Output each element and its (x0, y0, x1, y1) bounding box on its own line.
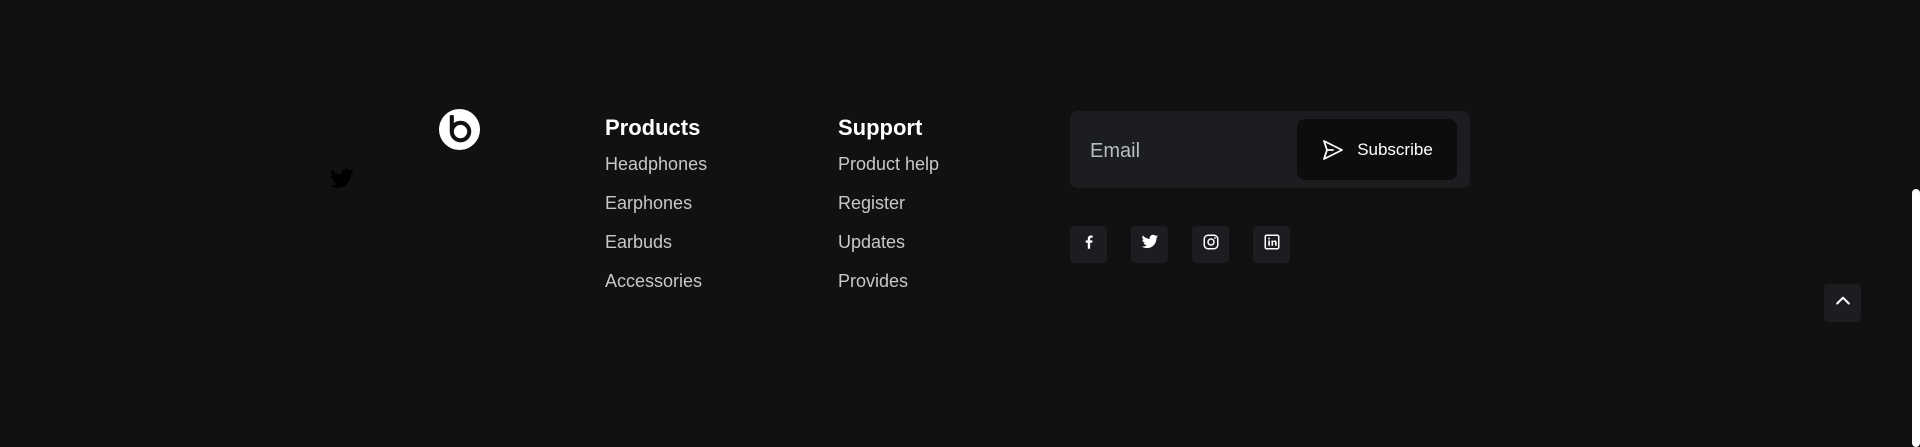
back-to-top-button[interactable] (1824, 284, 1861, 322)
twitter-button[interactable] (1131, 226, 1168, 263)
link-updates[interactable]: Updates (838, 232, 905, 252)
facebook-button[interactable] (1070, 226, 1107, 263)
products-list: Headphones Earphones Earbuds Accessories (605, 154, 707, 310)
footer: Products Headphones Earphones Earbuds Ac… (0, 0, 1920, 447)
linkedin-button[interactable] (1253, 226, 1290, 263)
twitter-icon (1141, 233, 1159, 256)
products-heading: Products (605, 115, 701, 140)
scrollbar-thumb[interactable] (1912, 189, 1920, 447)
support-column: Support Product help Register Updates Pr… (838, 114, 939, 310)
subscribe-button[interactable]: Subscribe (1297, 119, 1457, 180)
send-icon (1321, 138, 1345, 162)
link-earphones[interactable]: Earphones (605, 193, 692, 213)
scrollbar[interactable] (1911, 0, 1920, 447)
social-links (1070, 226, 1290, 263)
twitter-icon[interactable] (329, 166, 355, 192)
link-product-help[interactable]: Product help (838, 154, 939, 174)
link-accessories[interactable]: Accessories (605, 271, 702, 291)
instagram-button[interactable] (1192, 226, 1229, 263)
link-register[interactable]: Register (838, 193, 905, 213)
facebook-icon (1080, 233, 1098, 256)
subscribe-label: Subscribe (1357, 139, 1433, 159)
products-column: Products Headphones Earphones Earbuds Ac… (605, 114, 707, 310)
instagram-icon (1202, 233, 1220, 256)
support-list: Product help Register Updates Provides (838, 154, 939, 310)
link-headphones[interactable]: Headphones (605, 154, 707, 174)
link-earbuds[interactable]: Earbuds (605, 232, 672, 252)
beats-logo-icon[interactable] (439, 109, 480, 150)
linkedin-icon (1263, 233, 1281, 256)
support-heading: Support (838, 115, 923, 140)
subscribe-form: Subscribe (1070, 111, 1470, 188)
chevron-up-icon (1833, 291, 1853, 316)
link-provides[interactable]: Provides (838, 271, 908, 291)
